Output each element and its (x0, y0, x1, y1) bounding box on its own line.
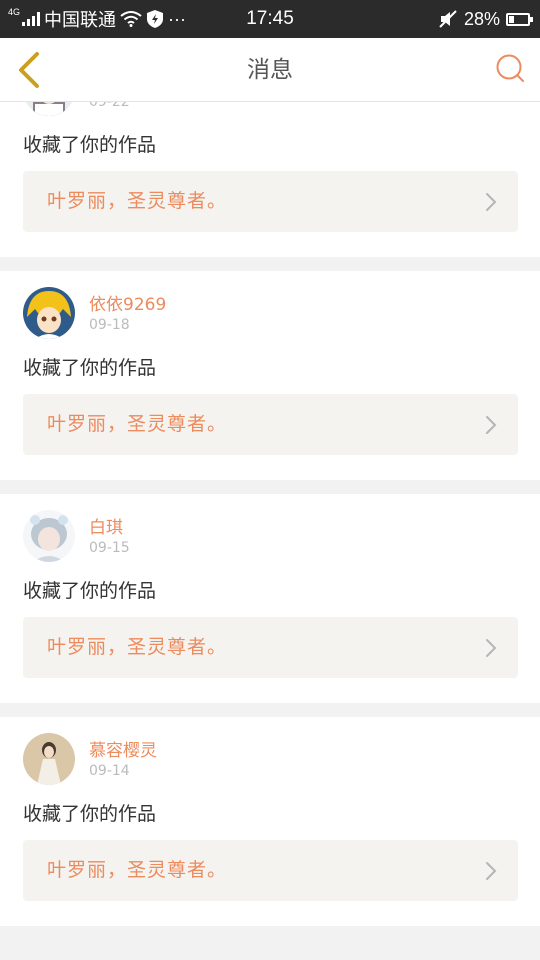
username[interactable]: 慕容樱灵 (89, 736, 157, 761)
signal-icon (22, 12, 41, 26)
message-action: 收藏了你的作品 (23, 357, 157, 379)
avatar-image (23, 733, 75, 785)
message-feed: 涵萱 09-22 收藏了你的作品 叶罗丽，圣灵尊者。 (0, 102, 540, 940)
nav-header: 消息 (0, 38, 540, 102)
shield-icon (147, 10, 164, 28)
avatar[interactable] (23, 287, 75, 339)
username[interactable]: 依依9269 (89, 290, 166, 315)
search-button[interactable] (494, 52, 528, 86)
message-date: 09-22 (89, 102, 130, 110)
message-card: 涵萱 09-22 收藏了你的作品 叶罗丽，圣灵尊者。 (0, 102, 540, 257)
message-date: 09-15 (89, 540, 130, 556)
message-action: 收藏了你的作品 (23, 803, 157, 825)
work-link[interactable]: 叶罗丽，圣灵尊者。 (23, 394, 518, 455)
status-bar: 4G 中国联通 ··· 17:45 28% (0, 0, 540, 38)
work-title: 叶罗丽，圣灵尊者。 (47, 636, 228, 658)
message-list[interactable]: 涵萱 09-22 收藏了你的作品 叶罗丽，圣灵尊者。 (0, 102, 540, 960)
avatar-image (23, 510, 75, 562)
message-date: 09-18 (89, 317, 130, 333)
work-title: 叶罗丽，圣灵尊者。 (47, 859, 228, 881)
message-card: 慕容樱灵 09-14 收藏了你的作品 叶罗丽，圣灵尊者。 (0, 717, 540, 926)
chevron-right-icon (486, 862, 497, 880)
message-card: 依依9269 09-18 收藏了你的作品 叶罗丽，圣灵尊者。 (0, 271, 540, 480)
work-link[interactable]: 叶罗丽，圣灵尊者。 (23, 840, 518, 901)
message-action: 收藏了你的作品 (23, 580, 157, 602)
more-dots: ··· (168, 8, 186, 29)
message-action: 收藏了你的作品 (23, 134, 157, 156)
work-link[interactable]: 叶罗丽，圣灵尊者。 (23, 617, 518, 678)
carrier-name: 中国联通 (44, 10, 117, 30)
battery-percent: 28% (463, 8, 500, 29)
wifi-icon (120, 11, 142, 27)
message-date: 09-14 (89, 763, 130, 779)
avatar-image (23, 287, 75, 339)
back-button[interactable] (8, 46, 52, 94)
mute-icon (439, 10, 457, 28)
chevron-right-icon (486, 416, 497, 434)
battery-fill (509, 15, 514, 23)
network-type: 4G (8, 7, 21, 17)
status-right: 28% (438, 0, 533, 38)
battery-icon (506, 12, 533, 26)
avatar[interactable] (23, 510, 75, 562)
chevron-right-icon (486, 639, 497, 657)
avatar[interactable] (23, 102, 75, 116)
avatar-image (23, 102, 75, 116)
search-icon (496, 54, 524, 82)
avatar[interactable] (23, 733, 75, 785)
work-title: 叶罗丽，圣灵尊者。 (47, 413, 228, 435)
work-title: 叶罗丽，圣灵尊者。 (47, 190, 228, 212)
chevron-right-icon (486, 193, 497, 211)
status-left: 4G 中国联通 ··· (8, 0, 186, 38)
message-card: 白琪 09-15 收藏了你的作品 叶罗丽，圣灵尊者。 (0, 494, 540, 703)
username[interactable]: 白琪 (89, 513, 123, 538)
chevron-left-icon (19, 52, 39, 88)
page-title: 消息 (247, 57, 293, 83)
work-link[interactable]: 叶罗丽，圣灵尊者。 (23, 171, 518, 232)
